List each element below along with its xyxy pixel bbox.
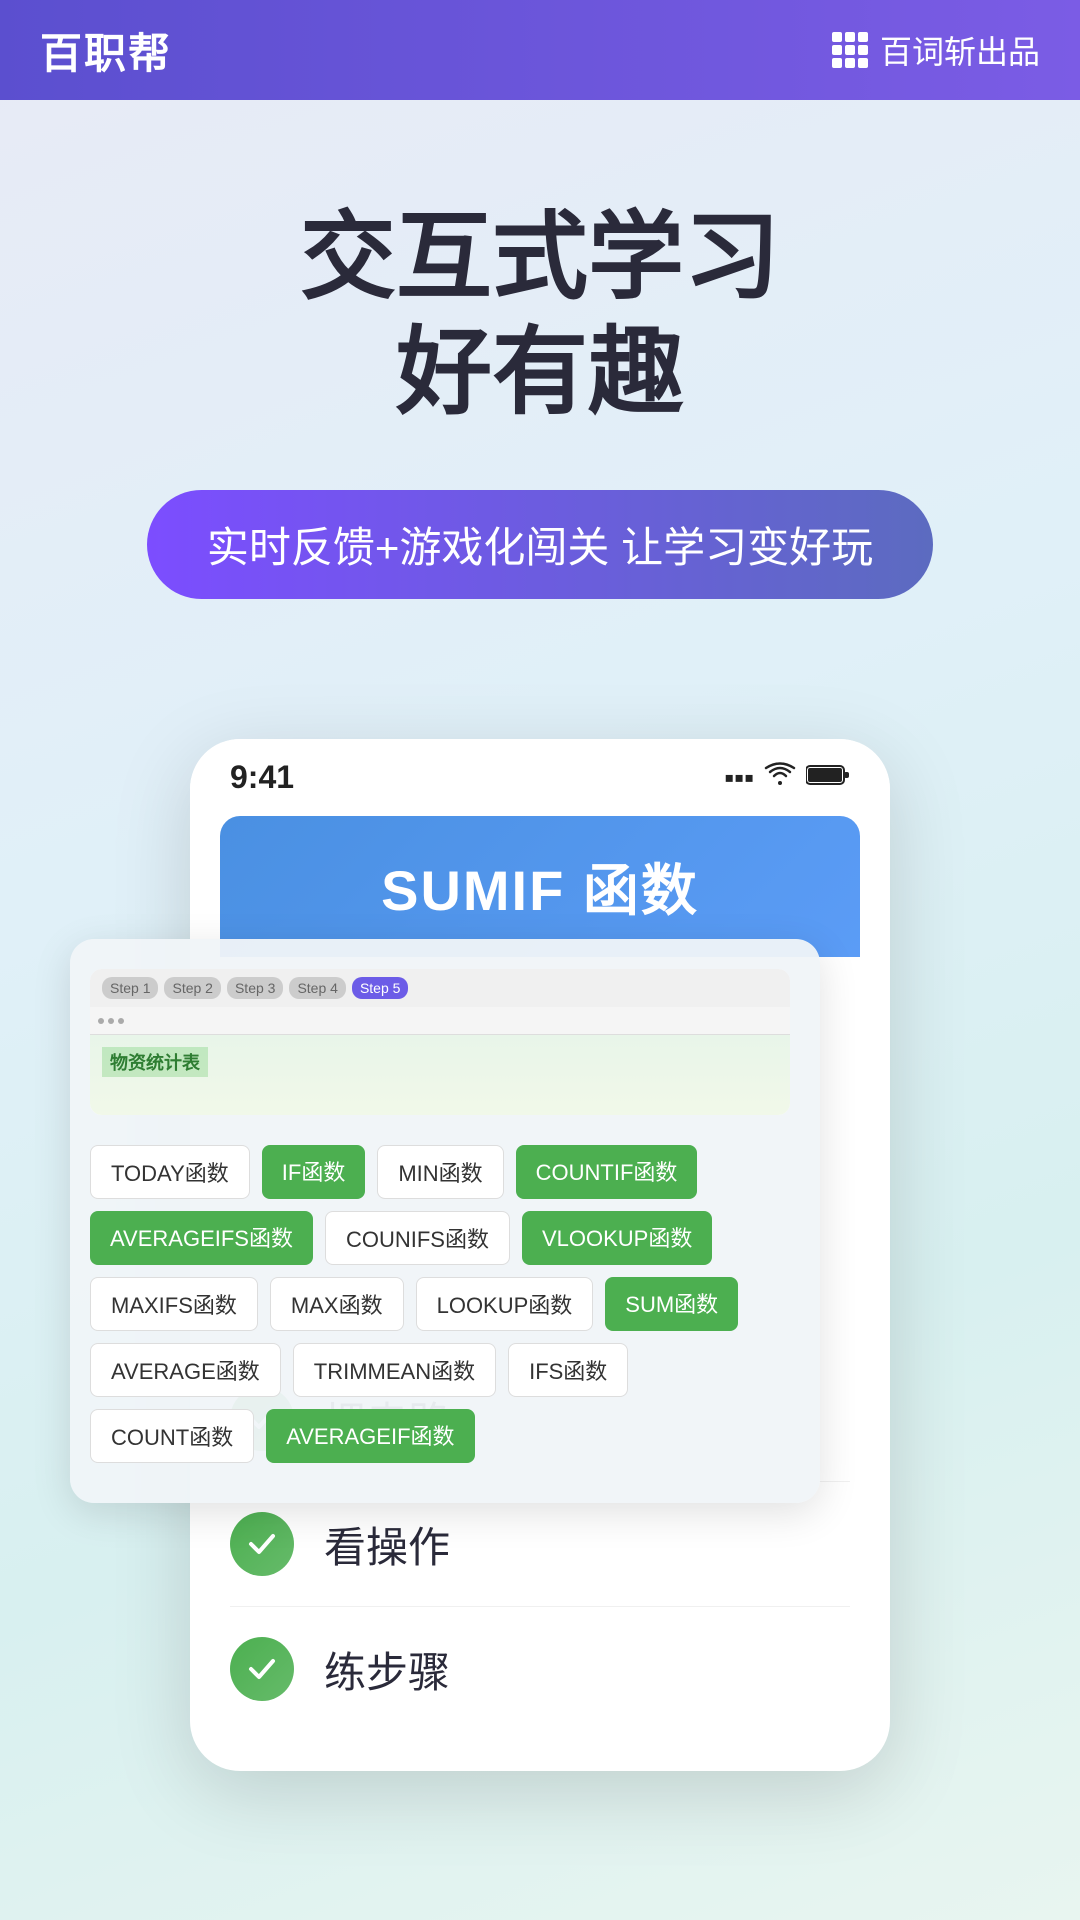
function-title: SUMIF 函数 [260, 846, 820, 927]
function-tag: COUNIFS函数 [325, 1211, 510, 1265]
function-tag: MAX函数 [270, 1277, 404, 1331]
toolbar-dot [98, 1018, 104, 1024]
status-icons: ▪▪▪ [724, 761, 850, 794]
step-pill: Step 1 [102, 977, 158, 999]
hero-title-line2: 好有趣 [60, 315, 1020, 430]
check-label: 练步骤 [324, 1639, 450, 1700]
check-circle [230, 1512, 294, 1576]
mini-browser: Step 1 Step 2 Step 3 Step 4 Step 5 物资统计表 [90, 969, 790, 1115]
spreadsheet-body: 物资统计表 [90, 1035, 790, 1115]
hero-title-line1: 交互式学习 [60, 200, 1020, 315]
signal-icon: ▪▪▪ [724, 762, 754, 794]
app-header: 百职帮 百词斩出品 [0, 0, 1080, 100]
overlay-card: Step 1 Step 2 Step 3 Step 4 Step 5 物资统计表 TOD… [70, 939, 820, 1503]
function-tag: AVERAGE函数 [90, 1343, 281, 1397]
phone-time: 9:41 [230, 759, 294, 796]
hero-title: 交互式学习 好有趣 [60, 200, 1020, 430]
function-tag: MAXIFS函数 [90, 1277, 258, 1331]
mockup-area: 9:41 ▪▪▪ [40, 739, 1040, 1771]
app-logo: 百职帮 [40, 20, 172, 81]
toolbar-dot [108, 1018, 114, 1024]
function-tag: COUNTIF函数 [516, 1145, 698, 1199]
step-pill: Step 4 [289, 977, 345, 999]
hero-badge: 实时反馈+游戏化闯关 让学习变好玩 [147, 490, 933, 599]
function-tag: TODAY函数 [90, 1145, 250, 1199]
function-tag: COUNT函数 [90, 1409, 254, 1463]
function-tag: IF函数 [262, 1145, 366, 1199]
steps-bar: Step 1 Step 2 Step 3 Step 4 Step 5 [90, 969, 790, 1007]
status-bar: 9:41 ▪▪▪ [190, 739, 890, 806]
function-tags-cloud: TODAY函数IF函数MIN函数COUNTIF函数AVERAGEIFS函数COU… [90, 1135, 790, 1473]
function-tag: TRIMMEAN函数 [293, 1343, 496, 1397]
step-pill: Step 3 [227, 977, 283, 999]
function-tag: SUM函数 [605, 1277, 738, 1331]
toolbar-dot [118, 1018, 124, 1024]
function-tag: MIN函数 [377, 1145, 503, 1199]
brand-icon [832, 32, 868, 68]
function-tag: VLOOKUP函数 [522, 1211, 712, 1265]
battery-icon [806, 762, 850, 794]
check-item: 练步骤 [230, 1607, 850, 1731]
step-pill: Step 5 [352, 977, 408, 999]
function-tag: LOOKUP函数 [416, 1277, 594, 1331]
hero-section: 交互式学习 好有趣 实时反馈+游戏化闯关 让学习变好玩 [0, 100, 1080, 739]
spreadsheet: 物资统计表 [90, 1007, 790, 1115]
check-circle [230, 1637, 294, 1701]
check-label: 看操作 [324, 1514, 450, 1575]
step-pill: Step 2 [164, 977, 220, 999]
function-tag: AVERAGEIFS函数 [90, 1211, 313, 1265]
spreadsheet-toolbar [90, 1007, 790, 1035]
function-tag: AVERAGEIF函数 [266, 1409, 474, 1463]
function-tag: IFS函数 [508, 1343, 628, 1397]
function-header: SUMIF 函数 [220, 816, 860, 957]
spreadsheet-title: 物资统计表 [102, 1047, 208, 1077]
brand-info: 百词斩出品 [832, 27, 1040, 73]
brand-label: 百词斩出品 [880, 27, 1040, 73]
wifi-icon [764, 761, 796, 794]
